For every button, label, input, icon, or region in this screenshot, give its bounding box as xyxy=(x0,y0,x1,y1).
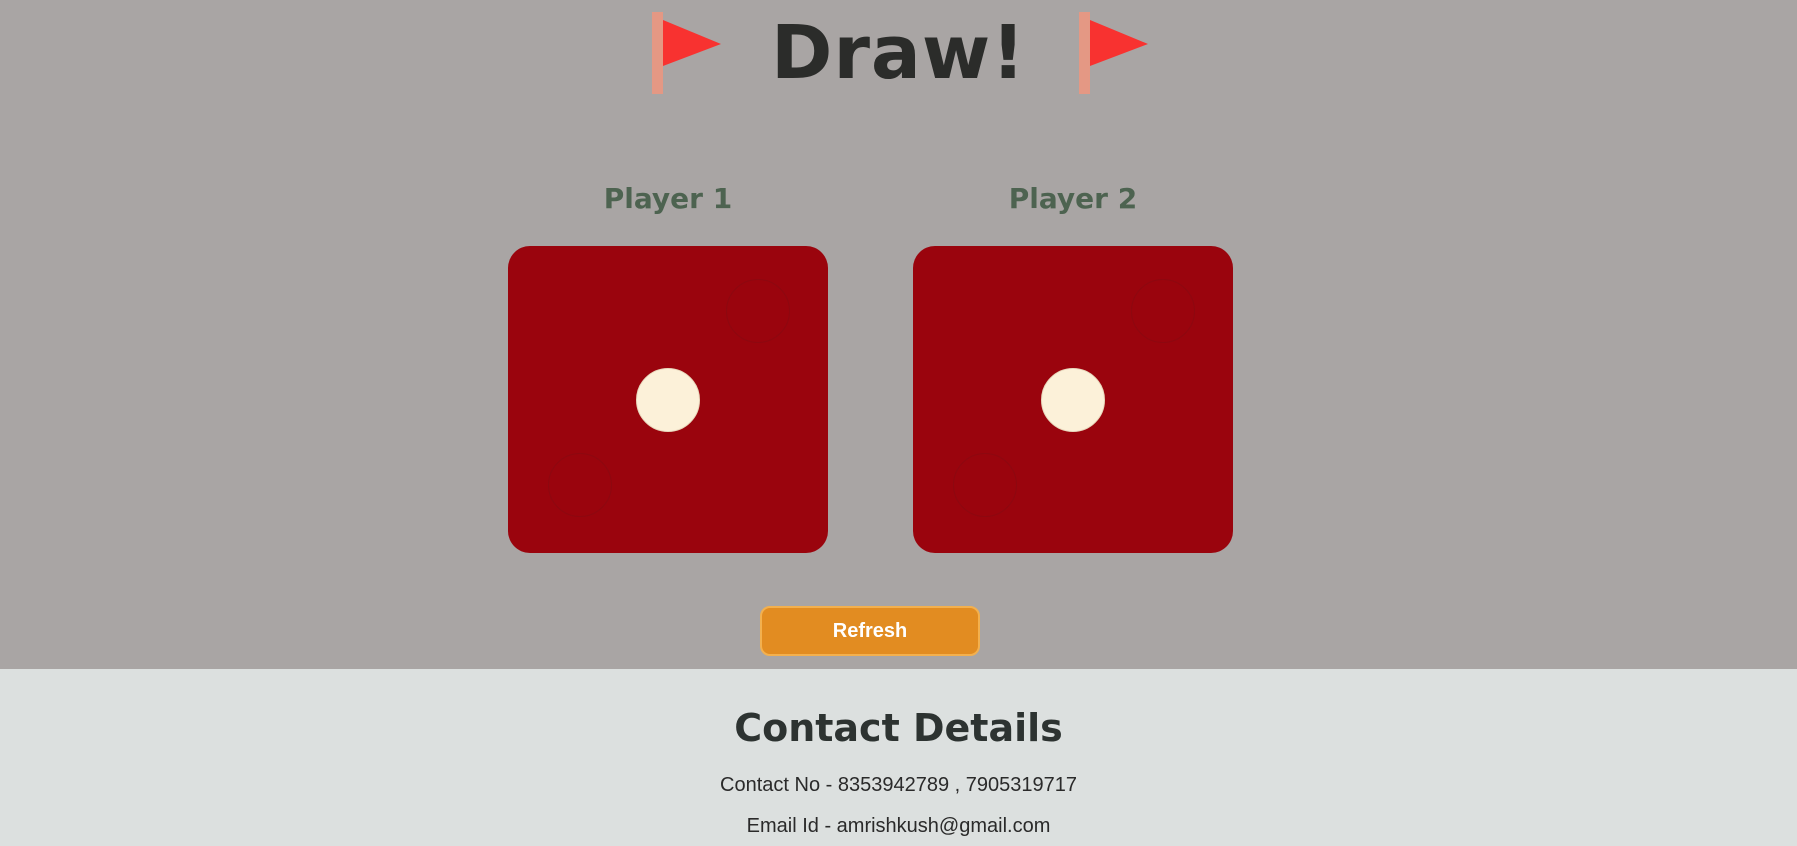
game-area: Draw! Player 1 Player 2 Refresh xyxy=(0,0,1797,669)
player-2-panel: Player 2 xyxy=(912,176,1234,553)
red-flag-icon xyxy=(652,12,722,94)
die-pip-ghost xyxy=(1131,279,1195,343)
contact-footer: Contact Details Contact No - 8353942789 … xyxy=(0,669,1797,846)
die-pip xyxy=(636,368,700,432)
player-1-label: Player 1 xyxy=(603,182,733,215)
result-heading: Draw! xyxy=(0,8,1797,98)
contact-title: Contact Details xyxy=(734,706,1063,750)
result-text: Draw! xyxy=(771,10,1026,96)
die-pip xyxy=(1041,368,1105,432)
die-pip-ghost xyxy=(548,453,612,517)
die-pip-ghost xyxy=(953,453,1017,517)
red-flag-icon xyxy=(1078,12,1148,94)
player-1-panel: Player 1 xyxy=(507,176,829,553)
contact-email: Email Id - amrishkush@gmail.com xyxy=(746,815,1051,837)
refresh-button[interactable]: Refresh xyxy=(760,606,980,656)
player-1-die xyxy=(508,246,828,553)
player-2-label: Player 2 xyxy=(1008,182,1138,215)
player-2-die xyxy=(913,246,1233,553)
die-pip-ghost xyxy=(726,279,790,343)
contact-phone: Contact No - 8353942789 , 7905319717 xyxy=(720,774,1077,796)
